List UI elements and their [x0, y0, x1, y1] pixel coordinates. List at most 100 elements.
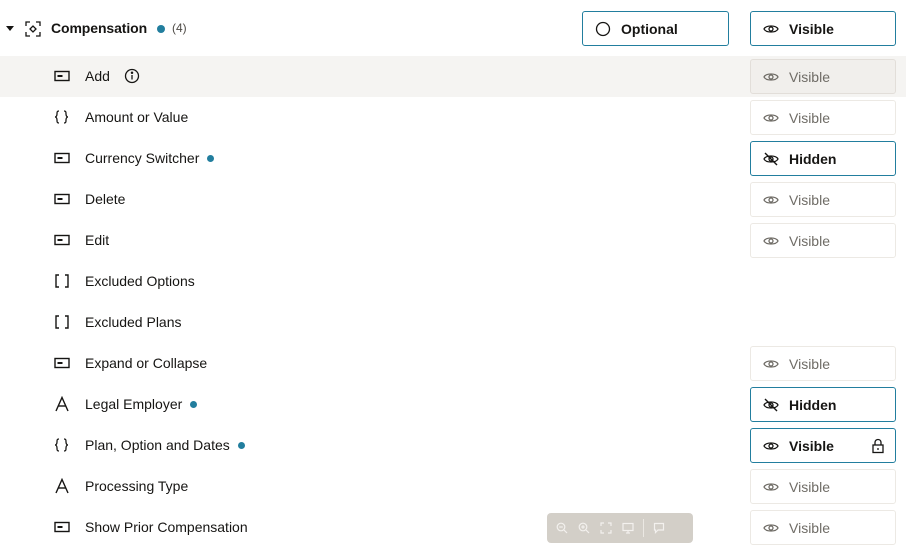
eye-icon — [763, 523, 779, 532]
visibility-label: Visible — [789, 68, 830, 85]
list-item-text: Add — [85, 68, 110, 84]
toolbar-divider — [643, 519, 644, 537]
button-icon — [53, 68, 71, 84]
visible-toggle-button[interactable]: Visible — [750, 59, 896, 94]
eye-icon — [763, 24, 779, 33]
hidden-toggle-button[interactable]: Hidden — [750, 387, 896, 422]
eye-icon — [763, 482, 779, 491]
visible-button-label: Visible — [789, 20, 834, 37]
visibility-label: Visible — [789, 355, 830, 372]
button-icon — [53, 232, 71, 248]
list-item-label: Plan, Option and Dates — [85, 437, 245, 453]
button-icon — [53, 191, 71, 207]
list-item-label: Show Prior Compensation — [85, 519, 248, 535]
list-item-text: Plan, Option and Dates — [85, 437, 230, 453]
eye-icon — [763, 441, 779, 450]
list-item[interactable]: Excluded Options — [0, 261, 906, 302]
modified-indicator — [207, 154, 215, 162]
list-item[interactable]: Delete Visible — [0, 179, 906, 220]
list-item-label: Delete — [85, 191, 125, 207]
info-icon[interactable] — [124, 68, 140, 84]
modified-indicator — [190, 400, 198, 408]
eye-icon — [763, 195, 779, 204]
list-item-label: Edit — [85, 232, 109, 248]
eye-off-icon — [763, 398, 779, 411]
list-item[interactable]: Expand or Collapse Visible — [0, 343, 906, 384]
floating-toolbar — [547, 513, 693, 543]
eye-off-icon — [763, 152, 779, 165]
zoom-out-icon[interactable] — [555, 521, 569, 535]
list-item-text: Amount or Value — [85, 109, 189, 125]
visible-toggle-button[interactable]: Visible — [750, 346, 896, 381]
visibility-label: Visible — [789, 519, 830, 536]
list-item-label: Expand or Collapse — [85, 355, 207, 371]
visibility-label: Hidden — [789, 396, 837, 413]
list-item[interactable]: Excluded Plans — [0, 302, 906, 343]
list-item[interactable]: Processing Type Visible — [0, 466, 906, 507]
list-item[interactable]: Legal Employer Hidden — [0, 384, 906, 425]
visible-toggle-button[interactable]: Visible — [750, 182, 896, 217]
region-icon — [25, 21, 41, 37]
braces-icon — [53, 437, 71, 453]
list-item-label: Processing Type — [85, 478, 188, 494]
list-item-text: Currency Switcher — [85, 150, 200, 166]
visible-toggle-button[interactable]: Visible — [750, 510, 896, 545]
list-item-text: Edit — [85, 232, 110, 248]
modified-indicator — [237, 441, 245, 449]
visible-toggle-button[interactable]: Visible — [750, 100, 896, 135]
section-title: Compensation — [51, 20, 148, 36]
list-item-label: Currency Switcher — [85, 150, 215, 166]
fit-icon[interactable] — [599, 521, 613, 535]
list-item-text: Legal Employer — [85, 396, 183, 412]
list-item-text: Expand or Collapse — [85, 355, 208, 371]
button-icon — [53, 519, 71, 535]
list-item-label: Amount or Value — [85, 109, 188, 125]
visible-toggle-button[interactable]: Visible — [750, 469, 896, 504]
text-a-icon — [53, 478, 71, 494]
visible-button[interactable]: Visible — [750, 11, 896, 46]
visible-toggle-button[interactable]: Visible — [750, 223, 896, 258]
visible-toggle-button[interactable]: Visible — [750, 428, 896, 463]
button-icon — [53, 150, 71, 166]
zoom-in-icon[interactable] — [577, 521, 591, 535]
list-item-label: Excluded Plans — [85, 314, 182, 330]
section-header-compensation[interactable]: Compensation (4) Optional Visible — [0, 8, 906, 49]
visibility-label: Visible — [789, 109, 830, 126]
list-item-text: Processing Type — [85, 478, 189, 494]
preview-icon[interactable] — [621, 521, 635, 535]
eye-icon — [763, 72, 779, 81]
brackets-icon — [53, 273, 71, 289]
list-item[interactable]: Amount or Value Visible — [0, 97, 906, 138]
brackets-icon — [53, 314, 71, 330]
visibility-label: Visible — [789, 478, 830, 495]
button-icon — [53, 355, 71, 371]
hidden-toggle-button[interactable]: Hidden — [750, 141, 896, 176]
visibility-label: Hidden — [789, 150, 837, 167]
list-item-text: Delete — [85, 191, 126, 207]
lock-icon — [872, 438, 884, 454]
list-item-text: Show Prior Compensation — [85, 519, 248, 535]
eye-icon — [763, 236, 779, 245]
list-item[interactable]: Plan, Option and Dates Visible — [0, 425, 906, 466]
list-item-text: Excluded Plans — [85, 314, 182, 330]
list-item[interactable]: Currency Switcher Hidden — [0, 138, 906, 179]
section-count: (4) — [172, 21, 187, 35]
list-item-text: Excluded Options — [85, 273, 195, 289]
list-item[interactable]: Edit Visible — [0, 220, 906, 261]
visibility-label: Visible — [789, 437, 834, 454]
list-item[interactable]: Add Visible — [0, 56, 906, 97]
optional-button[interactable]: Optional — [582, 11, 729, 46]
circle-outline-icon — [595, 21, 611, 36]
modified-indicator — [157, 25, 165, 33]
eye-icon — [763, 113, 779, 122]
chevron-down-icon[interactable] — [5, 23, 15, 33]
list-item-label: Legal Employer — [85, 396, 198, 412]
eye-icon — [763, 359, 779, 368]
list-item-label: Excluded Options — [85, 273, 195, 289]
comment-icon[interactable] — [652, 521, 666, 535]
list-item[interactable]: Show Prior Compensation Visible — [0, 507, 906, 548]
visibility-label: Visible — [789, 232, 830, 249]
visibility-label: Visible — [789, 191, 830, 208]
text-a-icon — [53, 396, 71, 412]
list-item-label: Add — [85, 68, 140, 84]
